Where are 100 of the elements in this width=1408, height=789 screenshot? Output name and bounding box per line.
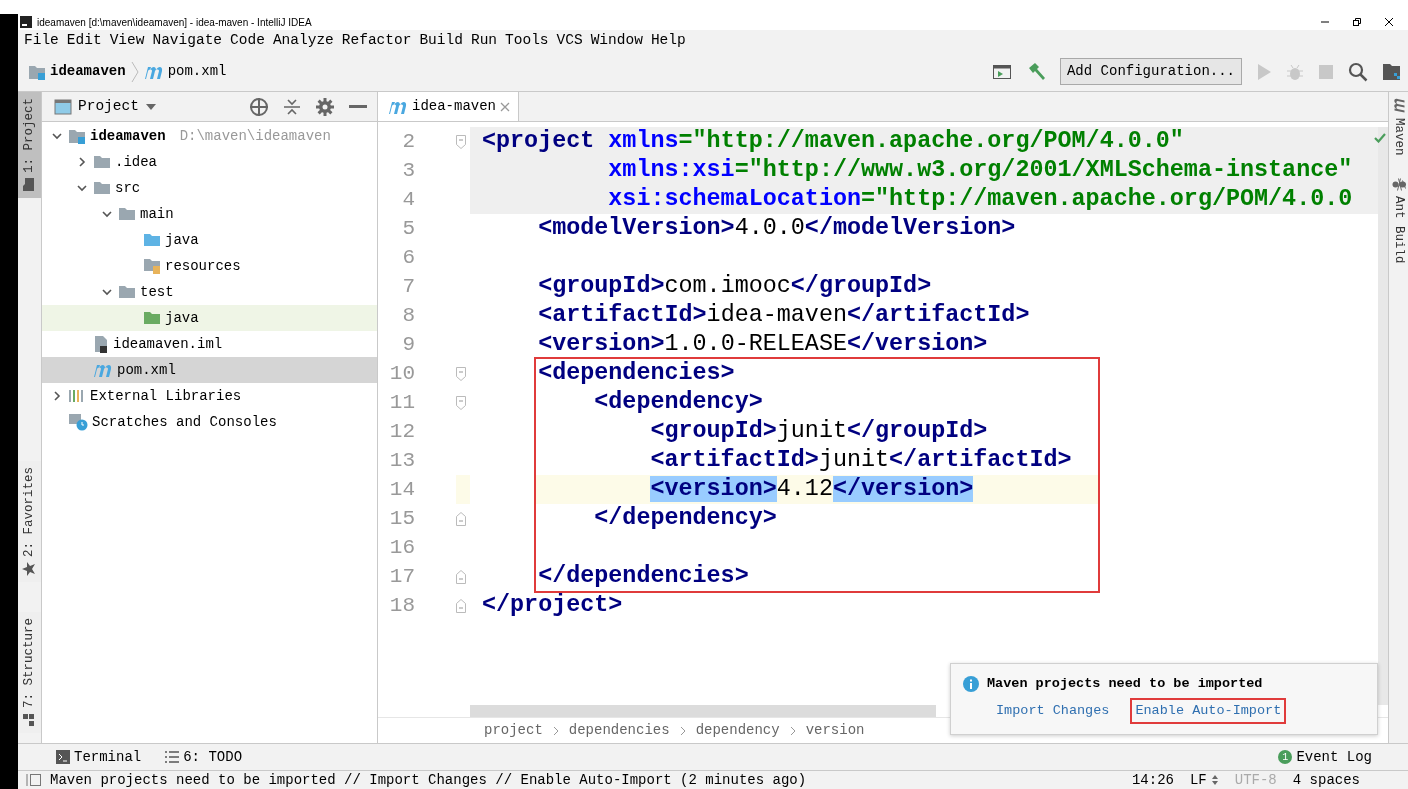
code-line: </dependencies>: [537, 562, 750, 591]
tree-item[interactable]: .idea: [42, 149, 377, 175]
menu-item[interactable]: Run: [466, 30, 502, 52]
menu-item[interactable]: Analyze: [268, 30, 338, 52]
close-icon[interactable]: [1384, 17, 1394, 27]
resources-folder-icon: [143, 258, 161, 274]
menu-item[interactable]: Tools: [501, 30, 553, 52]
fold-marker-icon[interactable]: [455, 134, 467, 149]
project-structure-icon[interactable]: [1382, 62, 1402, 81]
fold-marker-icon[interactable]: [455, 598, 467, 613]
breadcrumb-item[interactable]: pom.xml: [167, 61, 227, 82]
fold-marker-icon[interactable]: [455, 511, 467, 526]
tree-item[interactable]: main: [42, 201, 377, 227]
menu-item[interactable]: VCS: [552, 30, 587, 52]
code-line: </project>: [481, 591, 624, 620]
editor-tab[interactable]: idea-maven: [378, 92, 519, 121]
code-line: <groupId>com.imooc</groupId>: [537, 272, 933, 301]
line-number: 18: [388, 593, 415, 619]
ant-icon: [1391, 175, 1406, 191]
menu-item[interactable]: Navigate: [148, 30, 227, 52]
folder-icon: [22, 178, 37, 192]
tree-item[interactable]: ideamaven D:\maven\ideamaven: [42, 123, 377, 149]
menu-item[interactable]: Code: [226, 30, 269, 52]
breadcrumb-item[interactable]: dependencies: [568, 720, 670, 741]
status-item[interactable]: LF: [1189, 771, 1219, 789]
menu-item[interactable]: Edit: [62, 30, 106, 52]
tree-item-label: Scratches and Consoles: [92, 412, 277, 432]
locate-icon[interactable]: [249, 96, 269, 117]
toggle-panels-icon[interactable]: [26, 773, 42, 787]
notification-title: Maven projects need to be imported: [987, 674, 1263, 693]
run-window-icon[interactable]: [991, 62, 1012, 81]
code-line: <version>1.0.0-RELEASE</version>: [537, 330, 989, 359]
tree-item-label: test: [140, 282, 174, 302]
event-log-label: Event Log: [1296, 747, 1372, 767]
breadcrumb-item[interactable]: dependency: [695, 720, 780, 741]
menu-item[interactable]: Help: [646, 30, 690, 52]
line-number: 10: [388, 361, 415, 387]
tree-item[interactable]: src: [42, 175, 377, 201]
tree-item-label: pom.xml: [117, 360, 176, 380]
folder-icon: [118, 207, 136, 221]
tree-item[interactable]: ideamaven.iml: [42, 331, 377, 357]
code-line: <dependency>: [593, 388, 764, 417]
no-problems-check-icon: [1374, 133, 1386, 144]
tool-window-tab[interactable]: 6: TODO: [165, 746, 243, 768]
tool-window-tab[interactable]: 1: Project: [18, 92, 41, 198]
collapse-all-icon[interactable]: [283, 96, 301, 117]
fold-marker-icon[interactable]: [455, 366, 467, 381]
tree-item-label: java: [165, 308, 199, 328]
event-log-tab[interactable]: 1 Event Log: [1278, 746, 1408, 768]
settings-icon[interactable]: [315, 96, 335, 117]
status-item[interactable]: 4 spaces: [1292, 771, 1360, 789]
restore-icon[interactable]: [1352, 17, 1362, 27]
menu-item[interactable]: Window: [586, 30, 647, 52]
code-line: <groupId>junit</groupId>: [649, 417, 989, 446]
minimize-icon[interactable]: [349, 104, 367, 109]
chevron-icon: [789, 725, 796, 736]
menu-item[interactable]: Build: [415, 30, 467, 52]
tool-window-tab[interactable]: Ant Build: [1389, 175, 1408, 264]
folder-icon: [93, 181, 111, 195]
menu-item[interactable]: View: [105, 30, 149, 52]
tree-item[interactable]: External Libraries: [42, 383, 377, 409]
run-configuration-dropdown[interactable]: Add Configuration...: [1059, 58, 1242, 85]
chevron-icon: [679, 725, 686, 736]
notification-link[interactable]: Import Changes: [991, 697, 1115, 724]
list-icon: [165, 751, 180, 763]
status-message: Maven projects need to be imported // Import Changes // Enable Auto-Import (2 minutes ago): [50, 771, 807, 789]
menu-item[interactable]: File: [20, 30, 63, 52]
tree-item[interactable]: pom.xml: [42, 357, 377, 383]
status-item[interactable]: 14:26: [1131, 771, 1174, 789]
menu-item[interactable]: Refactor: [337, 30, 416, 52]
module-folder-icon: [28, 63, 46, 80]
chevron-icon: [552, 725, 559, 736]
tree-item[interactable]: java: [42, 305, 377, 331]
tool-window-tab[interactable]: Terminal: [56, 746, 142, 768]
fold-marker-icon[interactable]: [455, 569, 467, 584]
tree-item[interactable]: resources: [42, 253, 377, 279]
line-number: 6: [401, 245, 415, 271]
notification-count: 1: [1278, 750, 1293, 764]
tree-item[interactable]: java: [42, 227, 377, 253]
breadcrumb-item[interactable]: ideamaven: [50, 61, 126, 82]
fold-marker-icon[interactable]: [455, 395, 467, 410]
notification-link[interactable]: Enable Auto-Import: [1130, 697, 1287, 724]
dropdown-caret-icon[interactable]: [144, 102, 157, 111]
panel-title[interactable]: Project: [78, 95, 139, 118]
breadcrumb-item[interactable]: project: [484, 720, 543, 741]
folder-icon: [143, 311, 161, 325]
up-down-arrow-icon: [1210, 774, 1219, 786]
breadcrumb-item[interactable]: version: [805, 720, 865, 741]
line-number: 15: [388, 506, 415, 532]
tree-item[interactable]: test: [42, 279, 377, 305]
tree-item-label: src: [115, 178, 141, 198]
tree-item-label: main: [140, 204, 174, 224]
horizontal-scrollbar[interactable]: [470, 705, 936, 717]
tree-item[interactable]: Scratches and Consoles: [42, 409, 377, 435]
maven-icon: [1391, 97, 1406, 114]
module-folder-icon: [68, 128, 86, 144]
libraries-icon: [68, 389, 86, 403]
tool-window-tab[interactable]: Maven: [1389, 98, 1408, 156]
search-icon[interactable]: [1348, 61, 1368, 82]
terminal-icon: [56, 750, 70, 764]
